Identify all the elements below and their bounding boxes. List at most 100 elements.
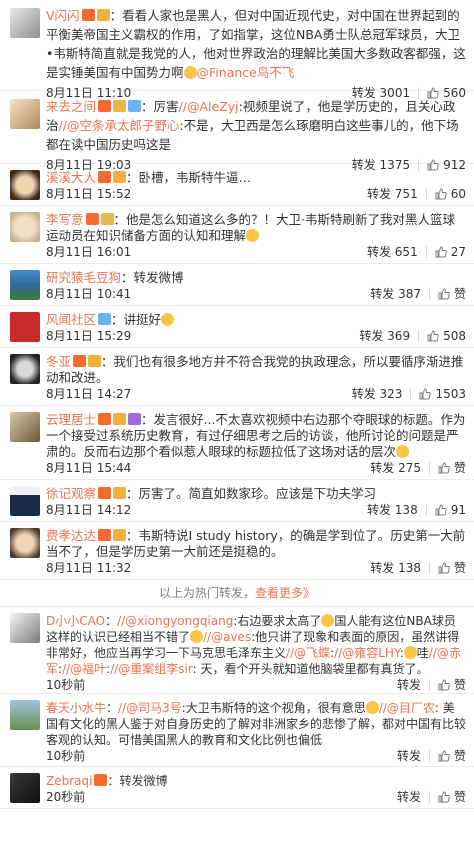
comment-text: 费孝达达 ：韦斯特说I study history，的确是学到位了。历史第一大前当… [46,528,466,560]
username-link[interactable]: 风闻社区 [46,312,96,327]
mention-link[interactable]: //@xiongyongqiang [117,614,233,628]
timestamp: 8月11日 10:41 [46,287,132,301]
list-item: V闪闪 ：看看人家也是黑人，但对中国近现代史，对中国在世界起到的平衡美帝国主义霸权… [0,0,474,100]
vip-badge-icon [98,529,112,541]
avatar[interactable] [10,486,40,516]
repost-button[interactable]: 转发 651 [367,244,418,260]
mention-link[interactable]: //@雍容LHY [334,646,400,660]
repost-button[interactable]: 转发 387 [370,286,421,302]
like-label: 赞 [453,287,466,301]
timestamp: 20秒前 [46,790,86,804]
timestamp: 8月11日 16:01 [46,245,132,259]
list-item: 徐记观察 ：厉害了。简直如数家珍。应该是下功夫学习 8月11日 14:12 转发 … [0,480,474,522]
like-count: 60 [450,187,466,201]
thumbs-up-icon [435,188,447,200]
like-button[interactable]: 91 [435,502,466,518]
thumbs-up-icon [438,462,450,474]
vip-badge-icon [98,487,112,499]
laugh-emoji-icon [183,66,197,79]
hot-repost-divider: 以上为热门转发，查看更多》 [0,580,474,607]
gold-badge-icon [100,213,114,225]
comment-text: D小小CAO：//@xiongyongqiang:右边要求太高了 国人能有这位NB… [46,613,466,677]
username-link[interactable]: 徐记观察 [46,486,96,501]
mention-link[interactable]: //@空条承太郎子野心 [59,118,180,133]
username-link[interactable]: Zebraqi [46,774,92,788]
list-item: 李写意 ：他是怎么知道这么多的？！大卫·韦斯特刷新了我对黑人篮球运动员在知识储备方… [0,206,474,264]
avatar[interactable] [10,8,40,38]
comment-body: :大卫韦斯特的这个视角，很有意思 [181,701,366,715]
mention-link[interactable]: //@AleZyj [179,99,239,114]
like-button[interactable]: 赞 [438,286,466,302]
repost-button[interactable]: 转发 369 [359,328,410,344]
list-item: 费孝达达 ：韦斯特说I study history，的确是学到位了。历史第一大前当… [0,522,474,580]
item-meta: 8月11日 15:44 转发 275 赞 [46,460,466,476]
avatar[interactable] [10,312,40,342]
mention-link[interactable]: @Finance鸟不飞 [197,65,295,80]
avatar[interactable] [10,270,40,300]
repost-button[interactable]: 转发 138 [370,560,421,576]
timestamp: 8月11日 15:29 [46,329,132,343]
fire-badge-icon [113,413,127,425]
mention-link[interactable]: //@司马3号 [118,701,182,715]
username-link[interactable]: 李写意 [46,212,84,227]
repost-feed: V闪闪 ：看看人家也是黑人，但对中国近现代史，对中国在世界起到的平衡美帝国主义霸权… [0,0,474,809]
username-link[interactable]: V闪闪 [46,8,80,23]
username-link[interactable]: D小小CAO [46,614,105,628]
mention-link[interactable]: //@福叶 [62,662,106,676]
username-link[interactable]: 春天小水牛 [46,701,106,715]
username-link[interactable]: 云理居士 [46,412,96,427]
timestamp: 8月11日 14:27 [46,387,132,401]
comment-body: ：卧槽，韦斯特牛逼… [126,170,252,185]
like-button[interactable]: 赞 [438,460,466,476]
like-button[interactable]: 赞 [438,789,466,805]
repost-button[interactable]: 转发 751 [367,186,418,202]
avatar[interactable] [10,613,40,643]
avatar[interactable] [10,700,40,730]
repost-button[interactable]: 转发 138 [367,502,418,518]
like-button[interactable]: 赞 [438,677,466,693]
repost-button[interactable]: 转发 323 [352,386,403,402]
like-button[interactable]: 27 [435,244,466,260]
repost-button[interactable]: 转发 275 [370,460,421,476]
repost-button[interactable]: 转发 [397,748,421,764]
avatar[interactable] [10,99,40,129]
mention-link[interactable]: //@目厂农 [379,701,435,715]
comment-text: 徐记观察 ：厉害了。简直如数家珍。应该是下功夫学习 [46,486,466,502]
mention-link[interactable]: //@aves [203,630,251,644]
vip-badge-icon [85,213,99,225]
verified-badge-icon [98,313,112,325]
item-meta: 8月11日 15:29 转发 369 508 [46,328,466,344]
username-link[interactable]: 来去之间 [46,99,96,114]
avatar[interactable] [10,170,40,200]
item-meta: 8月11日 15:52 转发 751 60 [46,186,466,202]
like-button[interactable]: 赞 [438,560,466,576]
timestamp: 8月11日 15:44 [46,461,132,475]
like-button[interactable]: 1503 [419,386,466,402]
repost-button[interactable]: 转发 [397,677,421,693]
see-more-link[interactable]: 查看更多》 [255,586,315,600]
comment-text: 研究猿毛豆狗：转发微博 [46,270,466,286]
comment-text: 来去之间 ：厉害//@AleZyj:视频里说了，他是学历史的，且关心政治//@空条… [46,97,466,154]
like-button[interactable]: 508 [427,328,466,344]
mention-link[interactable]: //@飞蝶 [286,646,330,660]
avatar[interactable] [10,773,40,803]
comment-text: 溪溪大人 ：卧槽，韦斯特牛逼… [46,170,466,186]
repost-button[interactable]: 转发 [397,789,421,805]
list-item: 春天小水牛：//@司马3号:大卫韦斯特的这个视角，很有意思//@目厂农: 美国有… [0,694,474,767]
username-link[interactable]: 费孝达达 [46,528,96,543]
username-link[interactable]: 溪溪大人 [46,170,96,185]
avatar[interactable] [10,354,40,384]
like-button[interactable]: 60 [435,186,466,202]
timestamp: 10秒前 [46,678,86,692]
avatar[interactable] [10,212,40,242]
mention-link[interactable]: //@重案组李sir [110,662,192,676]
avatar[interactable] [10,528,40,558]
like-button[interactable]: 赞 [438,748,466,764]
comment-body: ：厉害了。简直如数家珍。应该是下功夫学习 [126,486,377,501]
avatar[interactable] [10,412,40,442]
like-count: 1503 [435,387,466,401]
username-link[interactable]: 冬亚 [46,354,71,369]
flower-badge-icon [128,100,142,112]
username-link[interactable]: 研究猿毛豆狗 [46,270,121,285]
thumbs-up-icon [435,504,447,516]
